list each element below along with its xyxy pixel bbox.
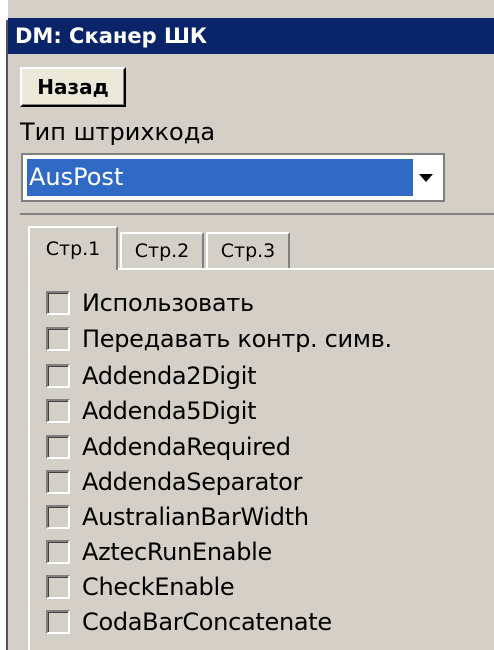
barcode-type-select[interactable]: AusPost (21, 153, 445, 202)
option-label: Addenda2Digit (82, 362, 257, 390)
checkbox[interactable] (46, 505, 70, 529)
checkbox[interactable] (46, 575, 70, 599)
checkbox[interactable] (46, 470, 70, 494)
option-label: AustralianBarWidth (82, 503, 309, 531)
option-australian-bar-width[interactable]: AustralianBarWidth (46, 502, 309, 532)
window-title: DM: Сканер ШК (8, 18, 494, 54)
option-addenda2digit[interactable]: Addenda2Digit (46, 361, 257, 391)
barcode-type-label: Тип штрихкода (20, 118, 216, 146)
option-codabar-concatenate[interactable]: CodaBarConcatenate (46, 607, 332, 637)
option-addenda5digit[interactable]: Addenda5Digit (46, 396, 257, 426)
window: DM: Сканер ШК Назад Тип штрихкода AusPos… (8, 0, 494, 650)
tab-page-2[interactable]: Стр.2 (120, 232, 204, 268)
divider (20, 213, 494, 215)
checkbox[interactable] (46, 291, 70, 315)
option-label: Addenda5Digit (82, 397, 257, 425)
option-aztec-run-enable[interactable]: AztecRunEnable (46, 537, 272, 567)
checkbox[interactable] (46, 540, 70, 564)
checkbox[interactable] (46, 364, 70, 388)
option-label: Передавать контр. симв. (82, 325, 392, 353)
option-addenda-separator[interactable]: AddendaSeparator (46, 467, 302, 497)
option-label: CheckEnable (82, 573, 235, 601)
checkbox[interactable] (46, 610, 70, 634)
option-transmit-check-char[interactable]: Передавать контр. симв. (46, 324, 392, 354)
option-label: AztecRunEnable (82, 538, 272, 566)
checkbox[interactable] (46, 435, 70, 459)
option-addenda-required[interactable]: AddendaRequired (46, 432, 291, 462)
tab-page-1[interactable]: Стр.1 (28, 226, 118, 270)
checkbox[interactable] (46, 327, 70, 351)
chevron-down-icon[interactable] (415, 164, 437, 192)
checkbox[interactable] (46, 399, 70, 423)
option-check-enable[interactable]: CheckEnable (46, 572, 235, 602)
barcode-type-value: AusPost (27, 159, 413, 196)
option-label: AddendaRequired (82, 433, 291, 461)
back-button[interactable]: Назад (20, 67, 126, 107)
tab-page-3[interactable]: Стр.3 (206, 232, 290, 268)
option-use[interactable]: Использовать (46, 288, 254, 318)
option-label: Использовать (82, 289, 254, 317)
option-label: AddendaSeparator (82, 468, 303, 496)
left-border (0, 0, 8, 650)
option-label: CodaBarConcatenate (82, 608, 332, 636)
